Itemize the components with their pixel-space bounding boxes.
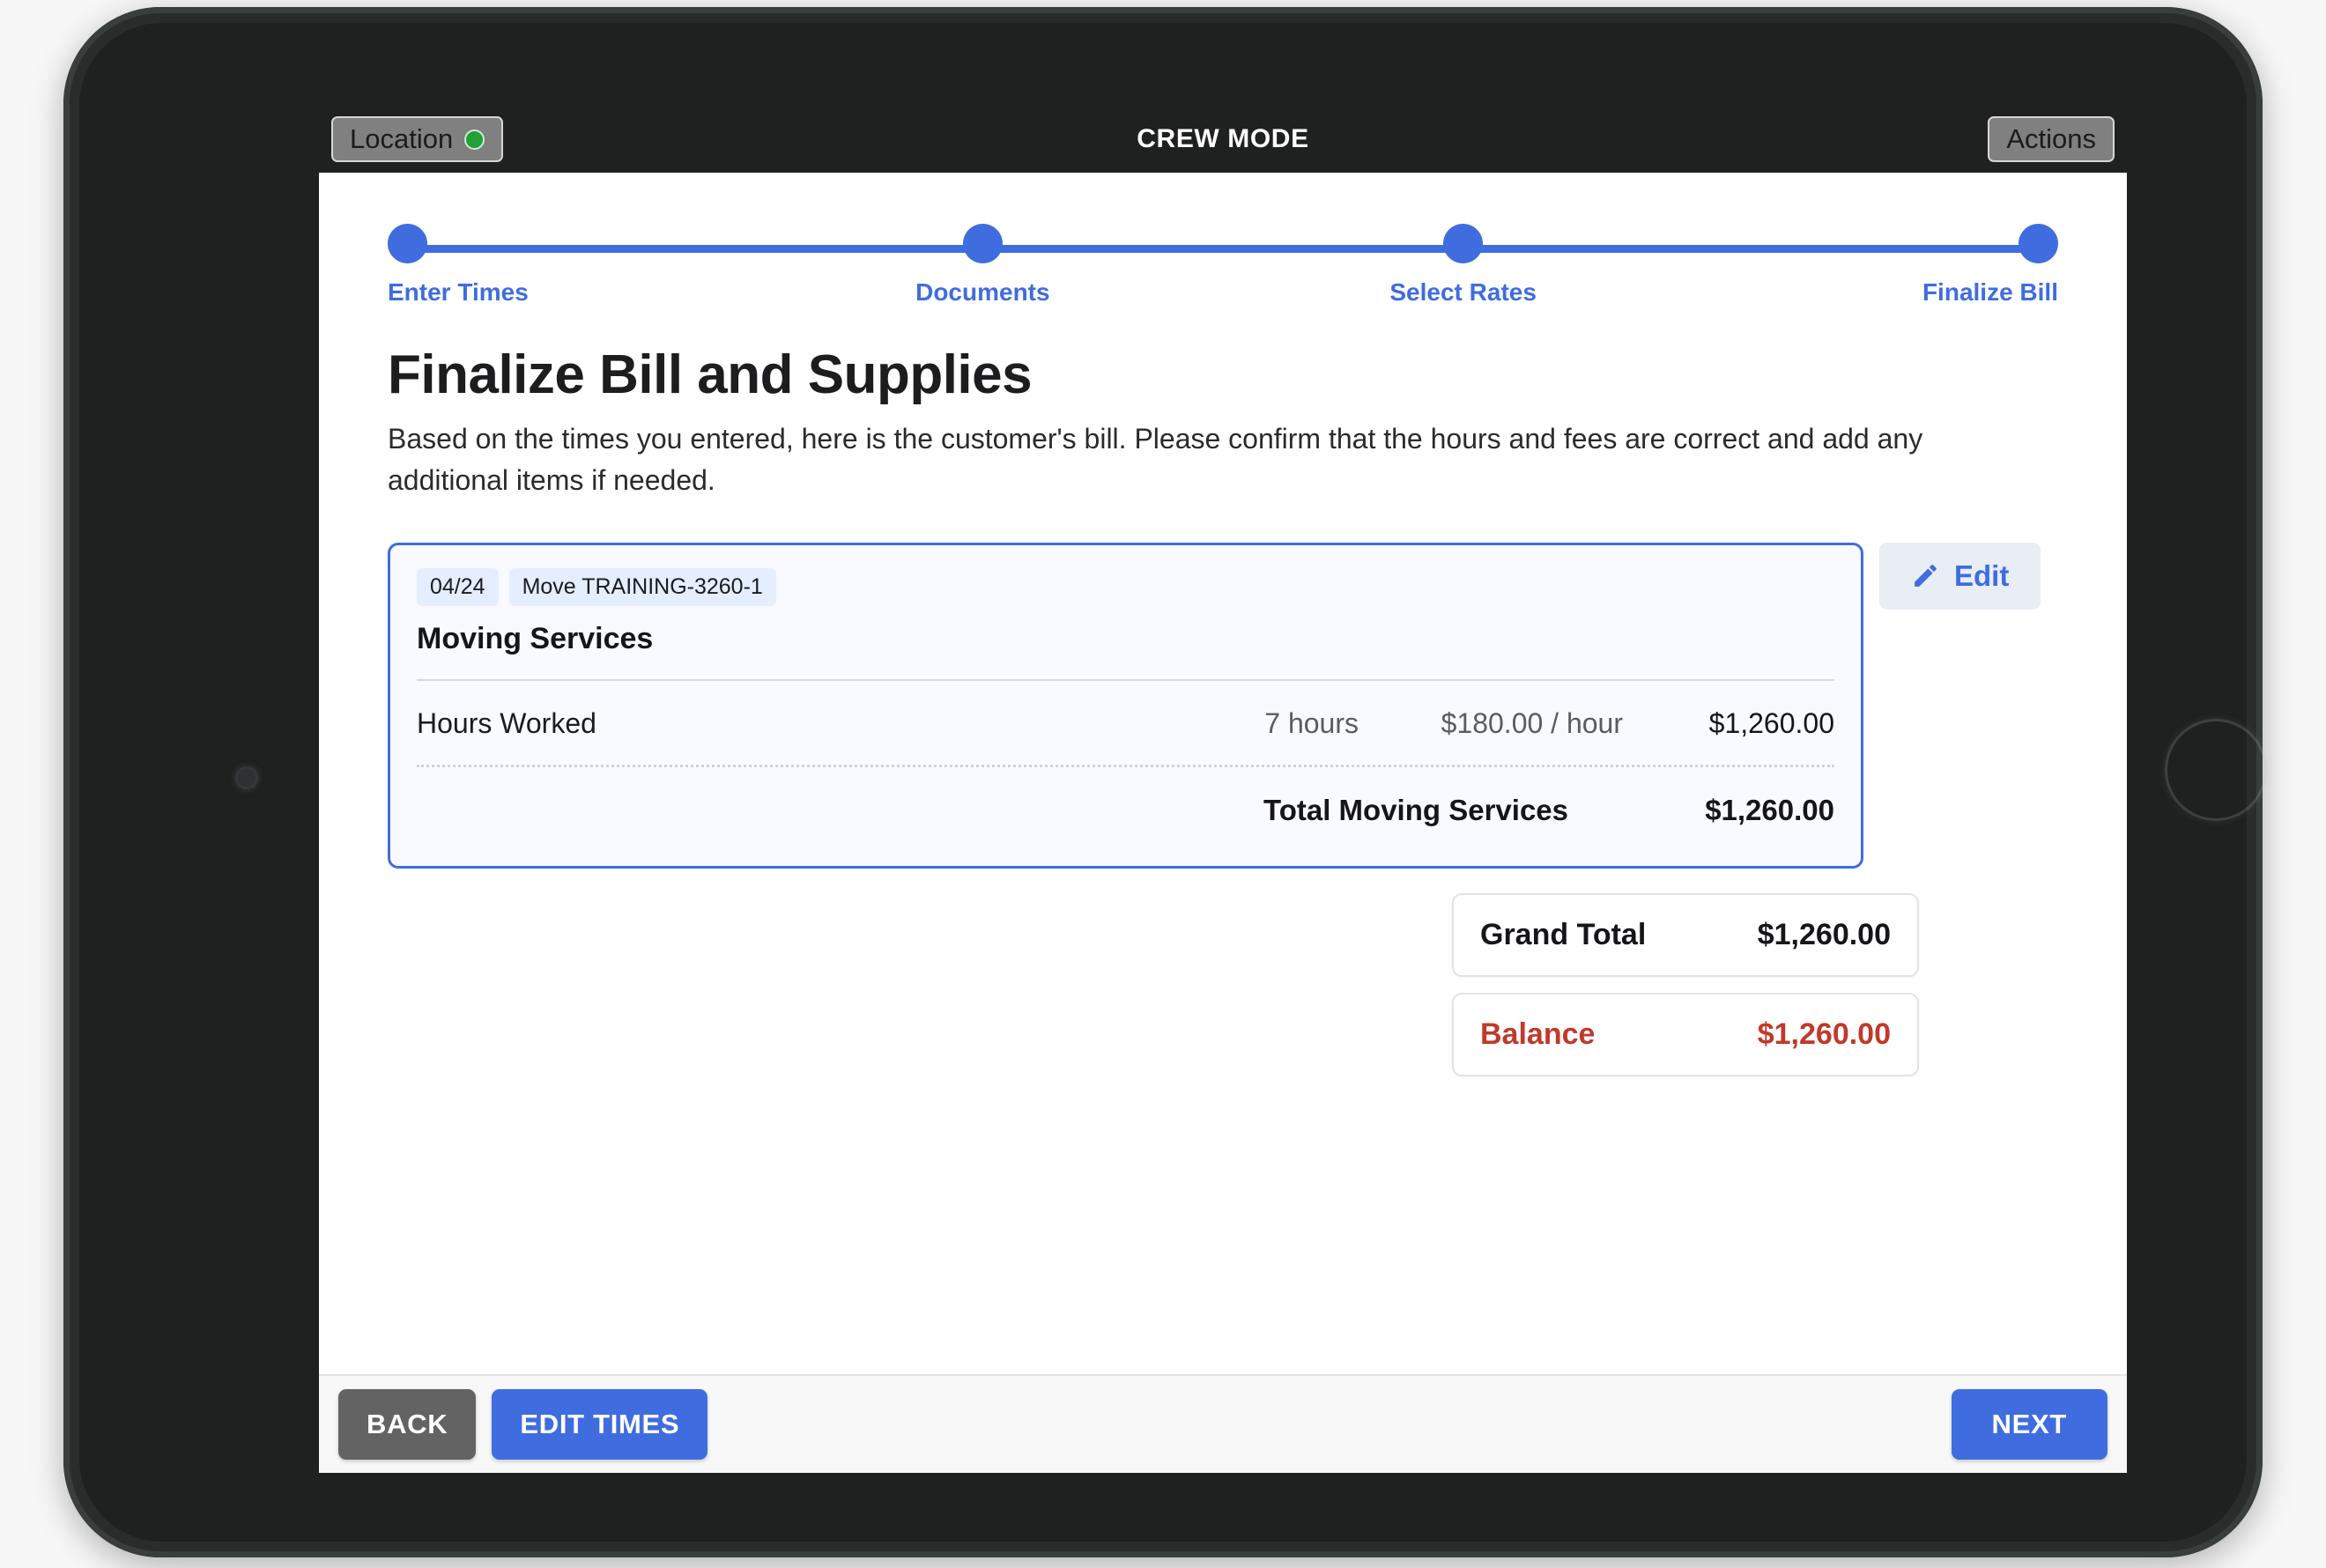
edit-button-label: Edit <box>1954 558 2010 592</box>
next-button[interactable]: NEXT <box>1951 1389 2107 1460</box>
stepper-step-label: Enter Times <box>388 278 529 306</box>
line-item-amount: $1,260.00 <box>1708 706 1834 739</box>
bill-card-heading: Moving Services <box>417 621 654 655</box>
line-item-quantity: 7 hours <box>1264 706 1359 739</box>
grand-total-card: Grand Total $1,260.00 <box>1452 892 1919 977</box>
section-total-amount: $1,260.00 <box>1705 793 1834 826</box>
section-total-label: Total Moving Services <box>1263 793 1568 826</box>
device-stage: Location CREW MODE Actions Enter Times D… <box>0 0 2326 1568</box>
location-button-label: Location <box>350 122 454 154</box>
edit-times-button[interactable]: EDIT TIMES <box>492 1389 708 1460</box>
main-content: Enter Times Documents Select Rates Final… <box>319 173 2127 1374</box>
back-button[interactable]: BACK <box>338 1389 477 1460</box>
stepper-step-label: Documents <box>915 278 1050 306</box>
app-screen: Location CREW MODE Actions Enter Times D… <box>319 106 2127 1473</box>
line-item-name: Hours Worked <box>417 706 596 739</box>
summary-section: Grand Total $1,260.00 Balance $1,260.00 <box>388 892 2058 1076</box>
edit-button[interactable]: Edit <box>1879 542 2041 610</box>
app-header-bar: Location CREW MODE Actions <box>319 106 2127 173</box>
stepper-step-label: Finalize Bill <box>1922 278 2058 306</box>
stepper-step-label: Select Rates <box>1389 278 1537 306</box>
page-title: Finalize Bill and Supplies <box>388 344 1033 405</box>
badge-move-id: Move TRAINING-3260-1 <box>508 567 776 606</box>
location-status-dot-icon <box>464 129 485 150</box>
step-dot-icon <box>1443 224 1484 263</box>
home-button-icon[interactable] <box>2165 719 2267 821</box>
app-title: CREW MODE <box>1137 124 1309 153</box>
line-item-rate: $180.00 / hour <box>1441 706 1623 739</box>
badge-date: 04/24 <box>417 567 499 606</box>
step-dot-icon <box>962 224 1003 263</box>
tablet-device-frame: Location CREW MODE Actions Enter Times D… <box>63 7 2267 1557</box>
page-description: Based on the times you entered, here is … <box>388 423 1923 497</box>
progress-stepper: Enter Times Documents Select Rates Final… <box>388 224 2058 324</box>
grand-total-label: Grand Total <box>1480 917 1647 951</box>
balance-value: $1,260.00 <box>1757 1017 1891 1051</box>
stepper-step-documents[interactable]: Documents <box>868 224 1097 307</box>
location-button[interactable]: Location <box>331 115 504 163</box>
bill-card-badges: 04/24 Move TRAINING-3260-1 <box>417 567 1834 606</box>
table-row[interactable]: Hours Worked 7 hours $180.00 / hour $1,2… <box>417 681 1834 765</box>
step-dot-icon <box>388 224 427 263</box>
stepper-step-finalize-bill[interactable]: Finalize Bill <box>1829 224 2058 307</box>
pencil-icon <box>1911 561 1940 590</box>
step-dot-icon <box>2018 224 2058 263</box>
stepper-step-enter-times[interactable]: Enter Times <box>388 224 617 307</box>
balance-card: Balance $1,260.00 <box>1452 992 1919 1076</box>
bill-card: 04/24 Move TRAINING-3260-1 Moving Servic… <box>388 542 1863 869</box>
actions-button[interactable]: Actions <box>1988 115 2115 163</box>
balance-label: Balance <box>1480 1017 1596 1051</box>
footer-bar: BACK EDIT TIMES NEXT <box>319 1374 2127 1473</box>
front-camera-icon <box>235 766 258 789</box>
stepper-step-select-rates[interactable]: Select Rates <box>1349 224 1578 307</box>
bill-section: 04/24 Move TRAINING-3260-1 Moving Servic… <box>388 542 2058 869</box>
section-total-row: Total Moving Services $1,260.00 <box>417 767 1834 855</box>
grand-total-value: $1,260.00 <box>1757 917 1891 951</box>
actions-button-label: Actions <box>2006 122 2096 154</box>
